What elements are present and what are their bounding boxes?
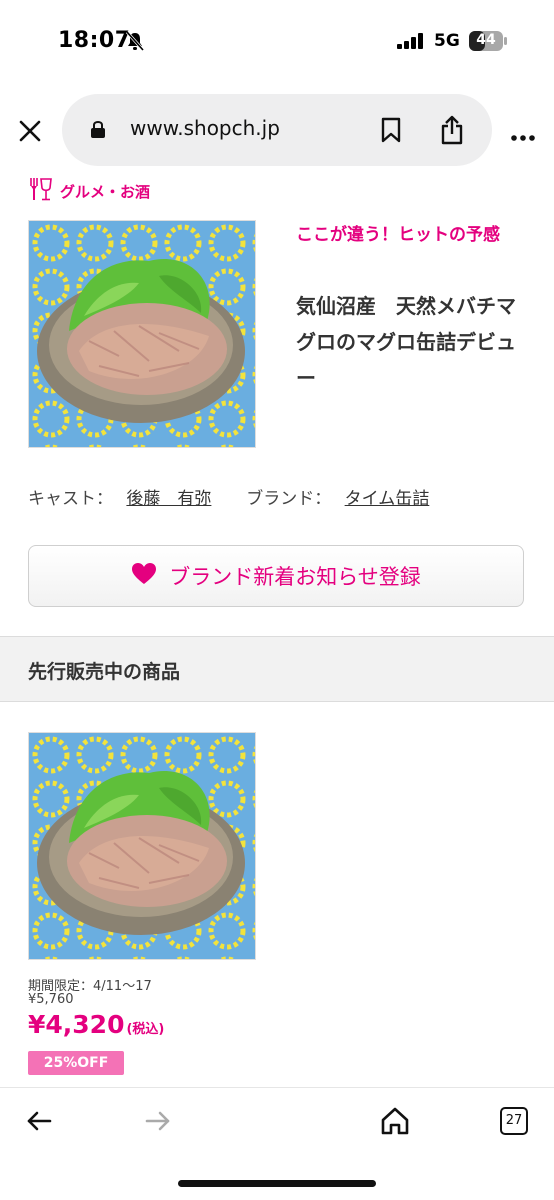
cast-link[interactable]: 後藤 有弥	[126, 489, 211, 509]
status-bar: 18:07 5G 44	[0, 0, 554, 84]
forward-arrow-icon[interactable]	[145, 1110, 171, 1136]
lock-icon	[90, 119, 106, 143]
category-breadcrumb[interactable]: グルメ・お酒	[28, 176, 150, 206]
browser-toolbar: www.shopch.jp	[0, 94, 554, 170]
back-arrow-icon[interactable]	[26, 1110, 52, 1136]
brand-follow-button[interactable]: ブランド新着お知らせ登録	[28, 545, 524, 607]
bell-slash-icon	[124, 30, 146, 56]
share-icon[interactable]	[440, 115, 464, 149]
item-image[interactable]	[28, 732, 256, 960]
network-label: 5G	[434, 31, 460, 51]
sale-price: ¥4,320 (税込)	[28, 1010, 164, 1039]
status-time: 18:07	[58, 28, 131, 53]
address-bar[interactable]: www.shopch.jp	[62, 94, 492, 166]
battery-level: 44	[476, 32, 496, 48]
product-title[interactable]: 気仙沼産 天然メバチマグロのマグロ缶詰デビュー	[296, 288, 532, 396]
more-icon[interactable]	[510, 127, 536, 146]
section-title: 先行販売中の商品	[28, 661, 181, 683]
product-image[interactable]	[28, 220, 256, 448]
heart-icon	[131, 562, 157, 590]
product-tagline: ここが違う！ヒットの予感	[296, 225, 500, 245]
brand-label: ブランド：	[246, 489, 332, 509]
signal-icon	[397, 33, 425, 53]
battery-icon: 44	[469, 31, 509, 55]
cast-label: キャスト：	[28, 489, 113, 509]
home-indicator	[178, 1180, 376, 1187]
browser-bottom-bar: 27	[0, 1087, 554, 1200]
brand-link[interactable]: タイム缶詰	[345, 489, 430, 509]
discount-badge: 25%OFF	[28, 1051, 124, 1075]
brand-follow-label: ブランド新着お知らせ登録	[169, 565, 421, 589]
category-label: グルメ・お酒	[60, 182, 151, 201]
section-header: 先行販売中の商品	[0, 636, 554, 702]
cutlery-glass-icon	[28, 176, 54, 206]
sale-price-value: ¥4,320	[28, 1010, 125, 1039]
tabs-icon[interactable]: 27	[500, 1107, 528, 1135]
original-price: ¥5,760	[28, 992, 74, 1007]
bookmark-icon[interactable]	[380, 117, 402, 147]
home-icon[interactable]	[380, 1106, 410, 1140]
product-meta: キャスト： 後藤 有弥 ブランド： タイム缶詰	[28, 484, 429, 509]
close-icon[interactable]	[18, 119, 42, 147]
tax-note: (税込)	[126, 1022, 165, 1037]
url-text: www.shopch.jp	[130, 116, 280, 140]
